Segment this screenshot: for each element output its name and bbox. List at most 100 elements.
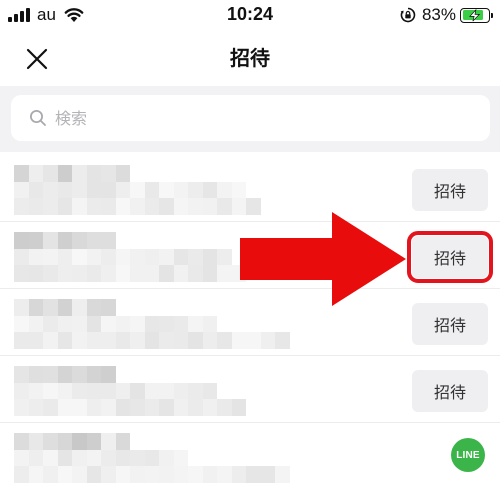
- mosaic-cell: [188, 248, 203, 266]
- mosaic-cell: [173, 399, 188, 416]
- mosaic-cell: [231, 265, 246, 282]
- mosaic-cell: [43, 433, 58, 450]
- mosaic-cell: [57, 232, 72, 249]
- mosaic-cell: [14, 382, 29, 400]
- mosaic-cell: [43, 332, 58, 349]
- mosaic-cell: [217, 366, 232, 383]
- mosaic-cell: [261, 249, 276, 266]
- mosaic-cell: [261, 383, 276, 400]
- blurred-friend-info: [14, 366, 304, 416]
- mosaic-cell: [145, 433, 160, 450]
- mosaic-cell: [130, 265, 145, 282]
- mosaic-cell: [130, 315, 145, 333]
- battery-cap: [491, 12, 493, 18]
- mosaic-cell: [28, 382, 43, 400]
- mosaic-cell: [290, 316, 305, 333]
- mosaic-cell: [14, 265, 29, 282]
- mosaic-cell: [130, 466, 145, 483]
- mosaic-cell: [130, 299, 145, 316]
- blurred-friend-info: [14, 165, 304, 215]
- mosaic-cell: [188, 450, 203, 467]
- invite-button-highlighted[interactable]: 招待: [407, 231, 493, 283]
- mosaic-cell: [57, 433, 72, 450]
- invite-button[interactable]: 招待: [412, 303, 488, 345]
- search-input[interactable]: [55, 108, 455, 128]
- mosaic-cell: [145, 165, 160, 182]
- mosaic-cell: [28, 366, 43, 383]
- mosaic-cell: [290, 466, 305, 483]
- mosaic-cell: [217, 383, 232, 400]
- mosaic-cell: [101, 165, 116, 182]
- mosaic-cell: [246, 433, 261, 450]
- mosaic-cell: [173, 315, 188, 333]
- mosaic-cell: [217, 165, 232, 182]
- mosaic-cell: [232, 316, 247, 333]
- mosaic-cell: [130, 198, 145, 215]
- mosaic-cell: [290, 399, 305, 416]
- mosaic-cell: [232, 450, 247, 467]
- mosaic-cell: [72, 366, 87, 383]
- mosaic-cell: [115, 181, 130, 199]
- mosaic-cell: [290, 232, 305, 249]
- mosaic-cell: [144, 399, 159, 416]
- mosaic-cell: [28, 265, 43, 282]
- mosaic-cell: [86, 399, 101, 416]
- mosaic-cell: [246, 265, 261, 282]
- mosaic-cell: [101, 433, 116, 450]
- mosaic-cell: [101, 232, 116, 249]
- mosaic-cell: [232, 383, 247, 400]
- mosaic-cell: [115, 165, 130, 182]
- mosaic-cell: [202, 198, 217, 215]
- mosaic-cell: [173, 332, 188, 349]
- mosaic-cell: [174, 366, 189, 383]
- mosaic-cell: [14, 433, 29, 450]
- list-item: 招待: [0, 155, 500, 222]
- mosaic-cell: [202, 399, 217, 416]
- mosaic-cell: [202, 181, 217, 199]
- mosaic-cell: [217, 181, 232, 199]
- mosaic-cell: [115, 248, 130, 266]
- mosaic-cell: [275, 399, 290, 416]
- battery-charging-icon: [460, 7, 493, 23]
- mosaic-cell: [57, 248, 72, 266]
- mosaic-cell: [275, 366, 290, 383]
- mosaic-cell: [144, 332, 159, 349]
- invite-button[interactable]: 招待: [412, 370, 488, 412]
- mosaic-cell: [86, 382, 101, 400]
- mosaic-cell: [159, 248, 174, 266]
- mosaic-cell: [130, 332, 145, 349]
- mosaic-cell: [72, 232, 87, 249]
- mosaic-cell: [57, 449, 72, 467]
- mosaic-cell: [174, 232, 189, 249]
- mosaic-cell: [115, 449, 130, 467]
- mosaic-cell: [159, 299, 174, 316]
- mosaic-cell: [144, 449, 159, 467]
- mosaic-cell: [188, 466, 203, 483]
- charging-bolt-icon: [469, 8, 481, 21]
- mosaic-cell: [202, 382, 217, 400]
- mosaic-cell: [261, 316, 276, 333]
- mosaic-cell: [290, 299, 305, 316]
- mosaic-cell: [86, 433, 101, 450]
- mosaic-cell: [159, 366, 174, 383]
- mosaic-cell: [261, 165, 276, 182]
- mosaic-cell: [202, 332, 217, 349]
- mosaic-cell: [14, 232, 29, 249]
- search-area: [0, 86, 500, 152]
- mosaic-cell: [43, 165, 58, 182]
- mosaic-cell: [115, 399, 130, 416]
- invite-button[interactable]: 招待: [412, 169, 488, 211]
- mosaic-cell: [14, 198, 29, 215]
- page-title: 招待: [230, 46, 270, 70]
- mosaic-cell: [101, 466, 116, 483]
- mosaic-cell: [203, 450, 218, 467]
- search-box[interactable]: [11, 95, 490, 141]
- mosaic-cell: [231, 181, 246, 199]
- mosaic-cell: [188, 165, 203, 182]
- mosaic-cell: [115, 315, 130, 333]
- mosaic-cell: [86, 165, 101, 182]
- mosaic-cell: [159, 449, 174, 467]
- mosaic-cell: [290, 182, 305, 199]
- mosaic-cell: [290, 249, 305, 266]
- mosaic-cell: [217, 332, 232, 349]
